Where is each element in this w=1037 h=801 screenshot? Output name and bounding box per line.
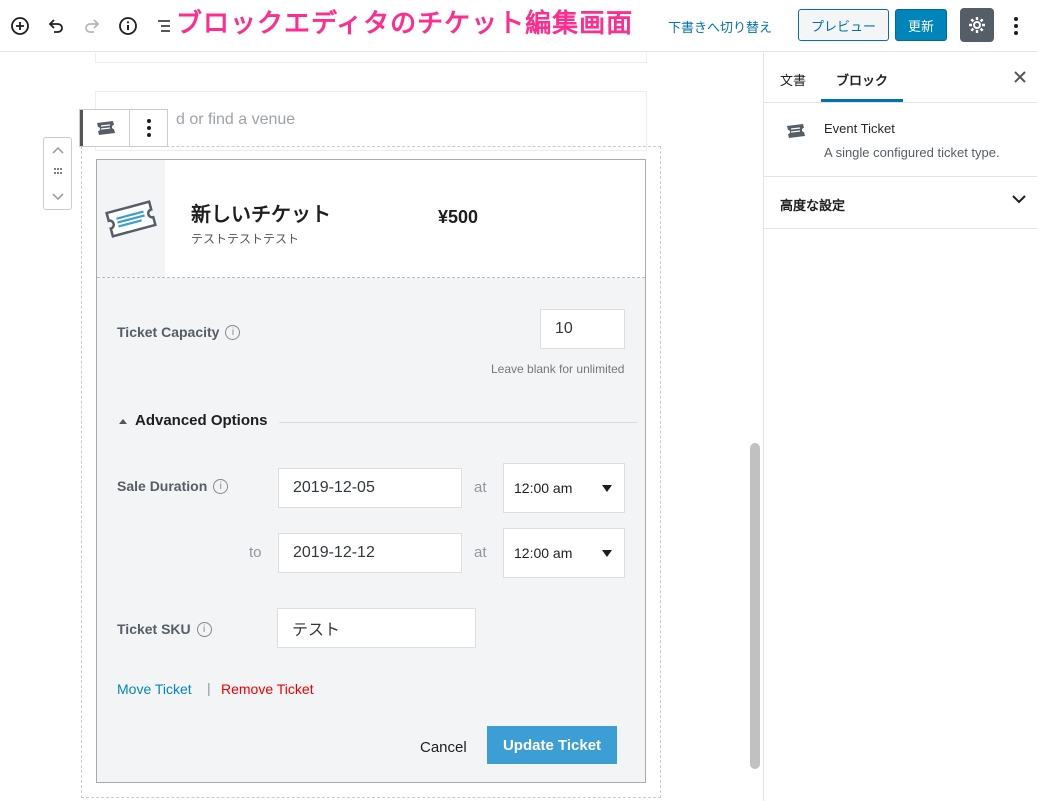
ticket-description: テストテストテスト: [191, 232, 300, 246]
advanced-options-toggle[interactable]: Advanced Options: [119, 412, 268, 429]
sku-info-icon[interactable]: i: [196, 621, 212, 637]
advanced-settings-panel-toggle[interactable]: 高度な設定: [764, 177, 1037, 229]
advanced-divider: [279, 422, 637, 423]
end-at-label: at: [474, 544, 487, 561]
update-ticket-button[interactable]: Update Ticket: [487, 726, 617, 764]
overlay-caption: ブロックエディタのチケット編集画面: [176, 8, 634, 38]
dropdown-arrow-icon: [602, 484, 612, 492]
ticket-block-icon[interactable]: [80, 110, 130, 146]
remove-ticket-link[interactable]: Remove Ticket: [221, 681, 314, 697]
move-up-icon[interactable]: [51, 143, 64, 157]
switch-to-draft-link[interactable]: 下書きへ切り替え: [668, 17, 772, 36]
editor-scrollbar[interactable]: [750, 443, 760, 769]
block-card: Event Ticket A single configured ticket …: [764, 103, 1037, 177]
block-mover: [43, 137, 72, 210]
start-time-value: 12:00 am: [514, 480, 573, 496]
ticket-summary[interactable]: 新しいチケット テストテストテスト ¥500: [97, 160, 645, 278]
chevron-down-icon: [1012, 191, 1026, 209]
advanced-options-label: Advanced Options: [135, 412, 268, 429]
to-label: to: [249, 544, 262, 561]
sidebar-tabs: 文書 ブロック: [764, 53, 1037, 103]
sale-duration-label-text: Sale Duration: [117, 478, 208, 494]
tab-document[interactable]: 文書: [780, 70, 806, 89]
sale-duration-label: Sale Duration i: [117, 478, 229, 494]
start-date-input[interactable]: 2019-12-05: [278, 468, 462, 508]
capacity-input[interactable]: 10: [540, 309, 625, 349]
capacity-info-icon[interactable]: i: [225, 324, 241, 340]
outline-icon[interactable]: [152, 14, 176, 38]
editor-header: ブロックエディタのチケット編集画面 下書きへ切り替え プレビュー 更新: [0, 0, 1037, 52]
close-sidebar-icon[interactable]: [1014, 67, 1026, 88]
end-time-select[interactable]: 12:00 am: [503, 528, 625, 578]
undo-icon[interactable]: [44, 14, 68, 38]
triangle-up-icon: [119, 418, 127, 424]
sale-duration-info-icon[interactable]: i: [213, 478, 229, 494]
update-button[interactable]: 更新: [895, 9, 947, 41]
start-time-select[interactable]: 12:00 am: [503, 463, 625, 513]
block-card-description: A single configured ticket type.: [824, 145, 1000, 160]
advanced-settings-title: 高度な設定: [780, 198, 846, 213]
block-card-title: Event Ticket: [824, 121, 895, 136]
preview-button[interactable]: プレビュー: [798, 9, 889, 41]
ticket-block-icon: [786, 123, 806, 144]
redo-icon[interactable]: [80, 14, 104, 38]
start-at-label: at: [474, 479, 487, 496]
more-menu-icon[interactable]: [1006, 14, 1026, 38]
cancel-button[interactable]: Cancel: [420, 739, 467, 756]
capacity-hint: Leave blank for unlimited: [491, 362, 625, 376]
tab-block[interactable]: ブロック: [836, 70, 888, 89]
settings-gear-icon[interactable]: [960, 8, 994, 42]
ticket-settings-panel: Ticket Capacity i 10 Leave blank for unl…: [97, 278, 645, 782]
ticket-price: ¥500: [438, 207, 479, 227]
editor-canvas: d or find a venue 新しいチケット テストテストテスト ¥500: [0, 53, 763, 801]
venue-placeholder: d or find a venue: [176, 111, 296, 128]
venue-block[interactable]: d or find a venue: [95, 91, 647, 151]
info-icon[interactable]: [116, 14, 140, 38]
settings-sidebar: 文書 ブロック Event Ticket A single configured…: [763, 53, 1037, 801]
dropdown-arrow-icon: [602, 549, 612, 557]
block-more-options-icon[interactable]: [130, 110, 167, 146]
ticket-editor: 新しいチケット テストテストテスト ¥500 Ticket Capacity i…: [96, 159, 646, 783]
ticket-title: 新しいチケット: [191, 204, 331, 226]
move-ticket-link[interactable]: Move Ticket: [117, 681, 192, 697]
sku-label: Ticket SKU i: [117, 621, 212, 637]
block-toolbar: [79, 109, 168, 147]
capacity-label-text: Ticket Capacity: [117, 324, 220, 340]
sku-label-text: Ticket SKU: [117, 621, 191, 637]
capacity-label: Ticket Capacity i: [117, 324, 241, 340]
end-date-input[interactable]: 2019-12-12: [278, 533, 462, 573]
end-time-value: 12:00 am: [514, 545, 573, 561]
drag-handle-icon[interactable]: [53, 166, 63, 180]
add-block-icon[interactable]: [8, 14, 32, 38]
ticket-icon: [97, 160, 165, 277]
active-tab-indicator: [821, 99, 903, 102]
move-down-icon[interactable]: [51, 190, 64, 204]
link-separator: |: [207, 680, 211, 696]
sku-input[interactable]: テスト: [277, 608, 476, 648]
previous-block[interactable]: [95, 53, 647, 63]
